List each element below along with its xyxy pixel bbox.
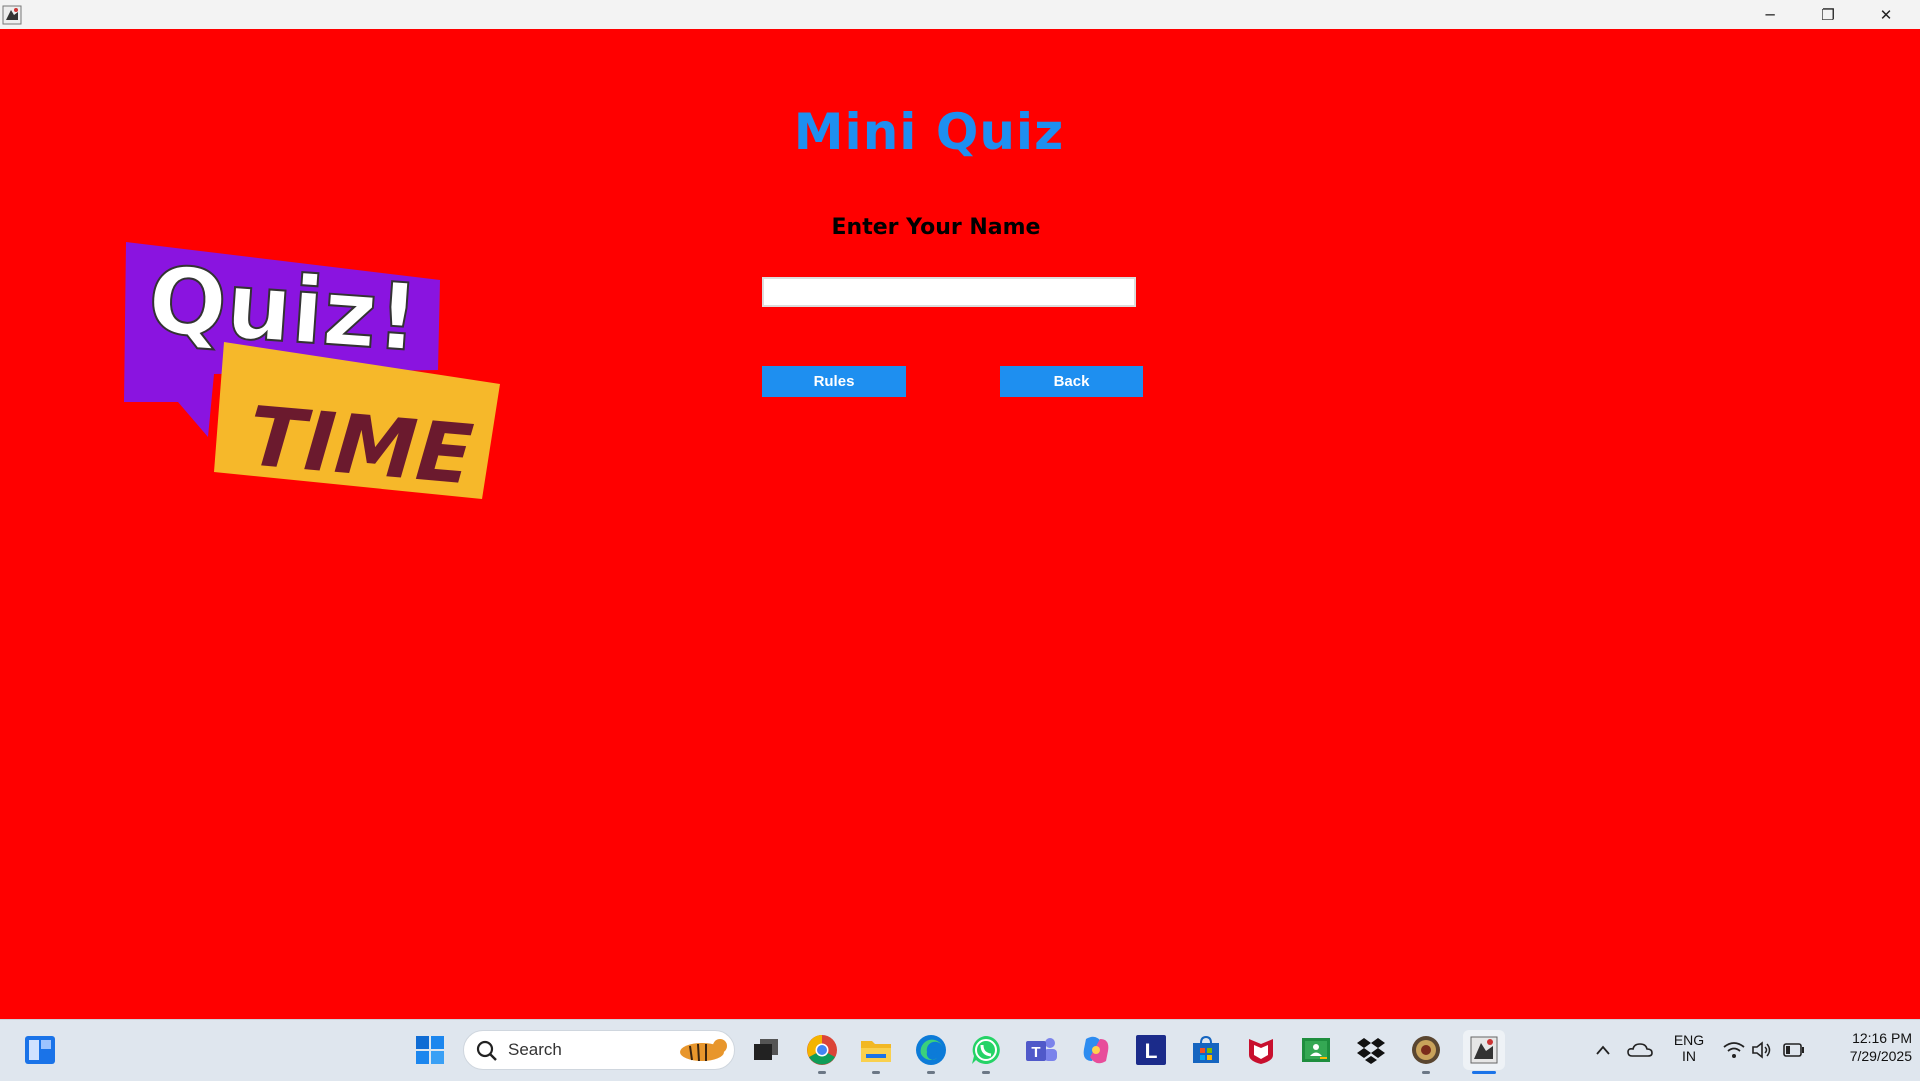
name-label: Enter Your Name	[831, 215, 1041, 240]
mcafee-icon[interactable]	[1243, 1032, 1279, 1068]
widgets-icon[interactable]	[22, 1032, 58, 1068]
name-input[interactable]	[762, 277, 1136, 307]
teams-icon[interactable]: T	[1023, 1032, 1059, 1068]
running-indicator	[818, 1071, 826, 1074]
start-icon[interactable]	[412, 1032, 448, 1068]
search-label: Search	[508, 1040, 562, 1059]
running-indicator	[1422, 1071, 1430, 1074]
running-indicator	[982, 1071, 990, 1074]
quiz-window-content: Mini Quiz Quiz! TIME Enter Your Name Rul…	[0, 29, 1920, 1019]
svg-text:Quiz!: Quiz!	[145, 246, 423, 372]
dropbox-icon[interactable]	[1353, 1032, 1389, 1068]
clock-time: 12:16 PM	[1852, 1030, 1912, 1046]
search-icon	[476, 1040, 497, 1061]
clock[interactable]: 12:16 PM 7/29/2025	[1814, 1030, 1912, 1064]
battery-icon[interactable]	[1777, 1032, 1811, 1068]
svg-text:TIME: TIME	[245, 389, 476, 502]
rules-button[interactable]: Rules	[762, 366, 906, 397]
chrome-icon[interactable]	[804, 1032, 840, 1068]
java-app-taskbar-icon[interactable]	[1463, 1030, 1505, 1070]
tiger-icon	[680, 1039, 727, 1062]
running-indicator	[927, 1071, 935, 1074]
whatsapp-icon[interactable]	[968, 1032, 1004, 1068]
svg-text:L: L	[1145, 1040, 1158, 1063]
volume-icon[interactable]	[1745, 1032, 1779, 1068]
taskbar: Search T L ENG IN 12:16 PM 7/29/2025	[0, 1019, 1920, 1081]
store-icon[interactable]	[1188, 1032, 1224, 1068]
close-button[interactable]: ✕	[1857, 0, 1915, 29]
running-indicator	[872, 1071, 880, 1074]
task-view-icon[interactable]	[748, 1032, 784, 1068]
copilot-icon[interactable]	[1078, 1032, 1114, 1068]
clock-date: 7/29/2025	[1849, 1048, 1912, 1064]
back-button[interactable]: Back	[1000, 366, 1143, 397]
restore-button[interactable]: ❐	[1799, 0, 1857, 29]
file-explorer-icon[interactable]	[858, 1032, 894, 1068]
badge-app-icon[interactable]	[1408, 1032, 1444, 1068]
language-label: ENG	[1673, 1032, 1705, 1048]
region-label: IN	[1682, 1048, 1696, 1064]
minimize-button[interactable]: ─	[1741, 0, 1799, 29]
active-indicator	[1472, 1071, 1496, 1074]
window-title-bar: ─ ❐ ✕	[0, 0, 1920, 30]
svg-text:T: T	[1031, 1044, 1040, 1061]
page-title: Mini Quiz	[793, 103, 1065, 161]
java-app-icon	[2, 5, 22, 25]
l-app-icon[interactable]: L	[1133, 1032, 1169, 1068]
language-indicator[interactable]: ENG IN	[1667, 1032, 1711, 1064]
classroom-icon[interactable]	[1298, 1032, 1334, 1068]
onedrive-icon[interactable]	[1622, 1032, 1658, 1068]
chevron-up-icon[interactable]	[1585, 1032, 1621, 1068]
edge-icon[interactable]	[913, 1032, 949, 1068]
taskbar-search[interactable]: Search	[463, 1030, 735, 1070]
quiz-time-logo: Quiz! TIME	[122, 212, 502, 502]
